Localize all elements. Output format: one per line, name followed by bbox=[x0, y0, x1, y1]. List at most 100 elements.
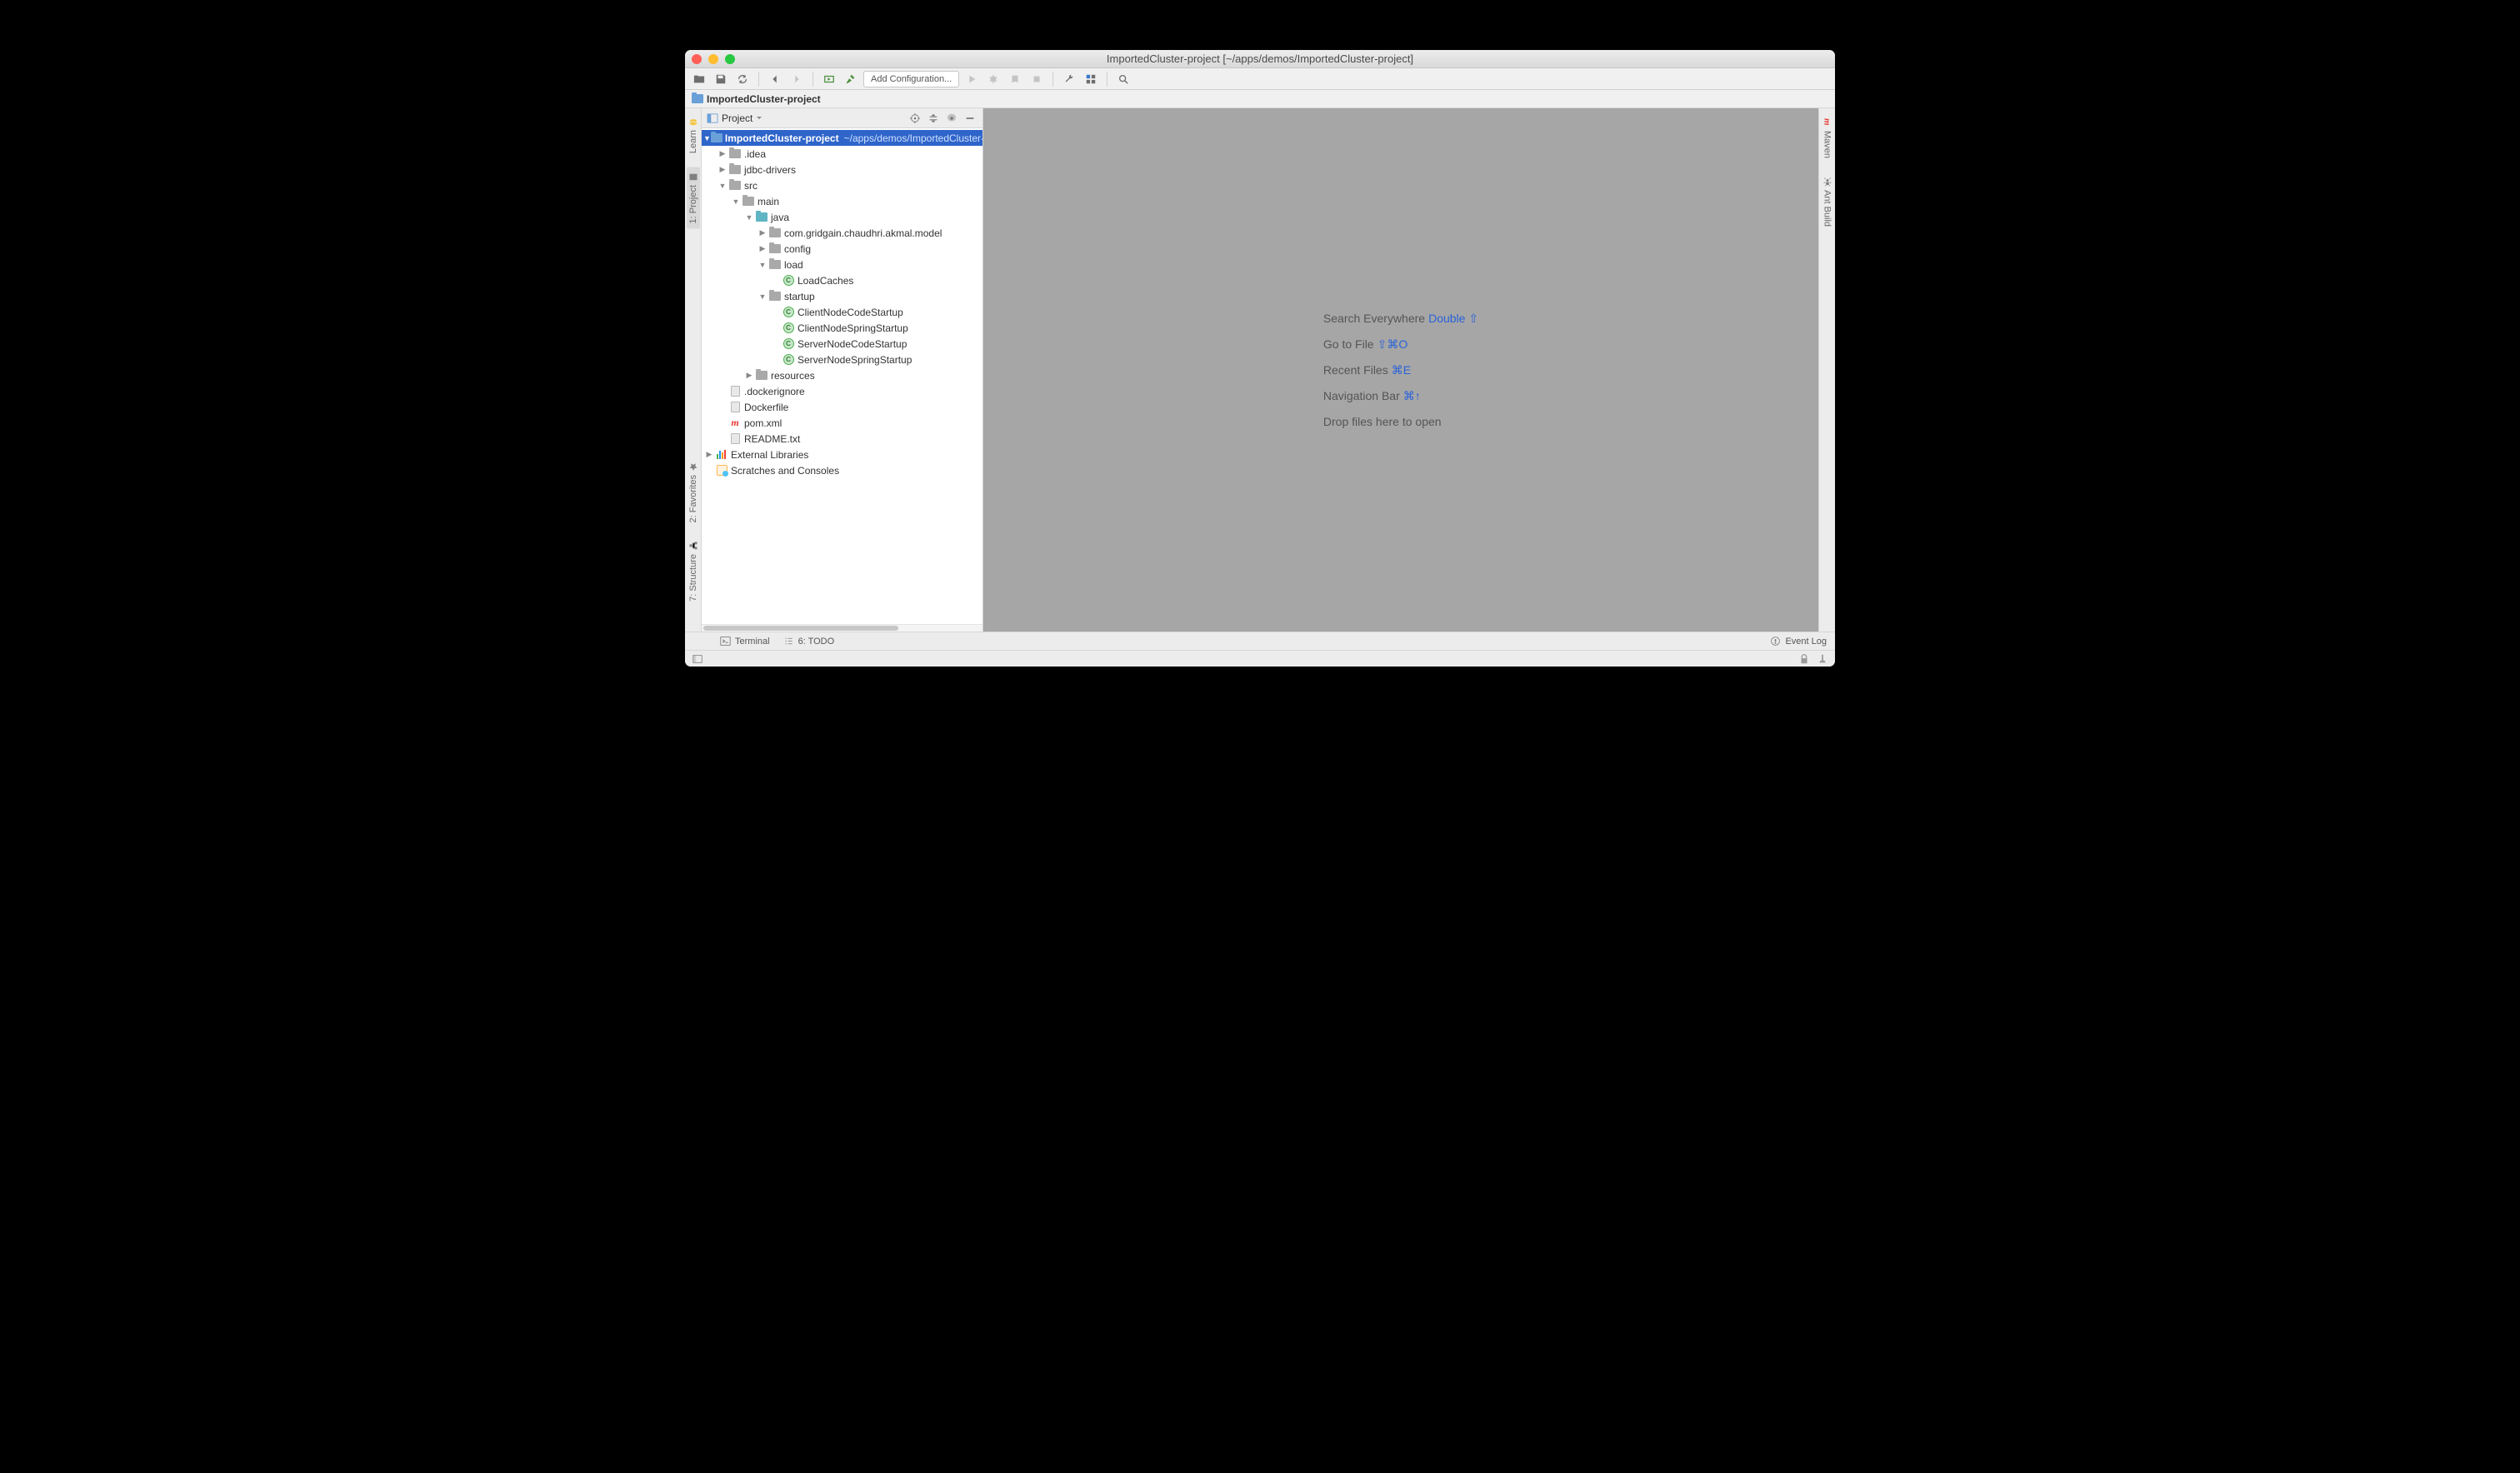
terminal-icon bbox=[720, 636, 731, 647]
tree-node-idea[interactable]: ▶.idea bbox=[702, 146, 982, 162]
scrollbar-thumb[interactable] bbox=[703, 626, 898, 631]
package-icon bbox=[769, 244, 781, 253]
tree-node-readme[interactable]: README.txt bbox=[702, 431, 982, 447]
tree-node-pkg-config[interactable]: ▶config bbox=[702, 241, 982, 257]
tab-learn[interactable]: Learn bbox=[687, 112, 700, 158]
tool-windows-icon[interactable] bbox=[692, 653, 703, 665]
lock-icon[interactable] bbox=[1798, 653, 1810, 665]
minimize-icon[interactable] bbox=[708, 54, 718, 64]
tab-favorites[interactable]: 2: Favorites bbox=[687, 457, 700, 527]
inspections-icon[interactable] bbox=[1817, 653, 1828, 665]
tree-node-cnc[interactable]: CClientNodeCodeStartup bbox=[702, 304, 982, 320]
arrow-right-icon[interactable]: ▶ bbox=[717, 149, 728, 158]
navigation-bar[interactable]: ImportedCluster-project bbox=[685, 90, 1835, 108]
tree-node-java[interactable]: ▼java bbox=[702, 209, 982, 225]
resources-folder-icon bbox=[756, 371, 768, 380]
hint-goto: Go to File⇧⌘O bbox=[1323, 337, 1478, 352]
project-tree[interactable]: ▼ImportedCluster-project~/apps/demos/Imp… bbox=[702, 128, 982, 624]
hide-icon[interactable] bbox=[962, 111, 978, 126]
package-icon bbox=[769, 228, 781, 237]
class-icon: C bbox=[783, 322, 794, 333]
run-configuration-dropdown[interactable]: Add Configuration... bbox=[863, 71, 959, 87]
file-icon bbox=[731, 386, 740, 397]
file-icon bbox=[731, 402, 740, 412]
tree-node-pkg-model[interactable]: ▶com.gridgain.chaudhri.akmal.model bbox=[702, 225, 982, 241]
gear-icon[interactable] bbox=[944, 111, 959, 126]
stop-icon bbox=[1028, 70, 1046, 88]
ant-icon bbox=[1822, 177, 1832, 187]
scratch-icon bbox=[717, 465, 728, 476]
arrow-down-icon[interactable]: ▼ bbox=[757, 292, 768, 301]
arrow-down-icon[interactable]: ▼ bbox=[743, 213, 755, 222]
tree-node-loadcaches[interactable]: CLoadCaches bbox=[702, 272, 982, 288]
separator bbox=[758, 72, 759, 87]
class-icon: C bbox=[783, 275, 794, 286]
collapse-all-icon[interactable] bbox=[926, 111, 941, 126]
project-view-selector[interactable]: Project bbox=[707, 112, 904, 124]
back-icon[interactable] bbox=[766, 70, 784, 88]
wrench-icon[interactable] bbox=[1060, 70, 1078, 88]
open-icon[interactable] bbox=[690, 70, 708, 88]
arrow-down-icon[interactable]: ▼ bbox=[757, 261, 768, 269]
arrow-right-icon[interactable]: ▶ bbox=[703, 450, 715, 459]
search-icon[interactable] bbox=[1114, 70, 1132, 88]
ide-window: ImportedCluster-project [~/apps/demos/Im… bbox=[685, 50, 1835, 667]
arrow-down-icon[interactable]: ▼ bbox=[703, 134, 711, 142]
arrow-down-icon[interactable]: ▼ bbox=[730, 197, 742, 206]
tree-node-resources[interactable]: ▶resources bbox=[702, 367, 982, 383]
tree-root[interactable]: ▼ImportedCluster-project~/apps/demos/Imp… bbox=[702, 130, 982, 146]
tree-node-cns[interactable]: CClientNodeSpringStartup bbox=[702, 320, 982, 336]
tab-structure[interactable]: 7: Structure bbox=[687, 536, 700, 607]
editor-hints: Search EverywhereDouble ⇧ Go to File⇧⌘O … bbox=[1323, 312, 1478, 428]
tab-event-log[interactable]: Event Log bbox=[1770, 636, 1827, 647]
horizontal-scrollbar[interactable] bbox=[702, 624, 982, 632]
run-config-label: Add Configuration... bbox=[871, 74, 952, 84]
project-structure-icon[interactable] bbox=[1082, 70, 1100, 88]
sync-icon[interactable] bbox=[733, 70, 752, 88]
tab-maven[interactable]: mMaven bbox=[1820, 112, 1834, 163]
tree-node-pom[interactable]: mpom.xml bbox=[702, 415, 982, 431]
build-icon[interactable] bbox=[820, 70, 838, 88]
maximize-icon[interactable] bbox=[725, 54, 735, 64]
folder-icon bbox=[711, 133, 722, 142]
tree-node-snc[interactable]: CServerNodeCodeStartup bbox=[702, 336, 982, 352]
tree-node-pkg-startup[interactable]: ▼startup bbox=[702, 288, 982, 304]
arrow-right-icon[interactable]: ▶ bbox=[757, 244, 768, 253]
event-log-icon bbox=[1770, 636, 1781, 647]
main-toolbar: Add Configuration... bbox=[685, 68, 1835, 90]
tree-node-external-libraries[interactable]: ▶External Libraries bbox=[702, 447, 982, 462]
tree-node-dockerignore[interactable]: .dockerignore bbox=[702, 383, 982, 399]
separator bbox=[812, 72, 813, 87]
status-bar bbox=[685, 650, 1835, 667]
tree-node-pkg-load[interactable]: ▼load bbox=[702, 257, 982, 272]
arrow-right-icon[interactable]: ▶ bbox=[743, 371, 755, 380]
project-icon bbox=[707, 113, 718, 123]
breadcrumb-root[interactable]: ImportedCluster-project bbox=[707, 93, 821, 105]
tree-node-dockerfile[interactable]: Dockerfile bbox=[702, 399, 982, 415]
save-icon[interactable] bbox=[712, 70, 730, 88]
tab-terminal[interactable]: Terminal bbox=[720, 636, 770, 647]
tree-node-jdbc[interactable]: ▶jdbc-drivers bbox=[702, 162, 982, 177]
forward-icon bbox=[788, 70, 806, 88]
tree-node-scratches[interactable]: Scratches and Consoles bbox=[702, 462, 982, 478]
close-icon[interactable] bbox=[692, 54, 702, 64]
tree-node-sns[interactable]: CServerNodeSpringStartup bbox=[702, 352, 982, 367]
coverage-icon bbox=[1006, 70, 1024, 88]
tree-node-main[interactable]: ▼main bbox=[702, 193, 982, 209]
debug-icon bbox=[984, 70, 1002, 88]
tree-node-src[interactable]: ▼src bbox=[702, 177, 982, 193]
separator bbox=[1107, 72, 1108, 87]
tab-todo[interactable]: 6: TODO bbox=[783, 636, 835, 647]
arrow-right-icon[interactable]: ▶ bbox=[757, 228, 768, 237]
arrow-down-icon[interactable]: ▼ bbox=[717, 182, 728, 190]
hammer-icon[interactable] bbox=[842, 70, 860, 88]
todo-icon bbox=[783, 636, 794, 647]
tab-project[interactable]: 1: Project bbox=[687, 167, 700, 228]
project-tool-header: Project bbox=[702, 108, 982, 128]
locate-icon[interactable] bbox=[908, 111, 922, 126]
package-icon bbox=[769, 292, 781, 301]
arrow-right-icon[interactable]: ▶ bbox=[717, 165, 728, 174]
chevron-down-icon bbox=[756, 115, 762, 122]
editor-empty-state[interactable]: Search EverywhereDouble ⇧ Go to File⇧⌘O … bbox=[983, 108, 1818, 632]
tab-ant[interactable]: Ant Build bbox=[1821, 172, 1834, 232]
